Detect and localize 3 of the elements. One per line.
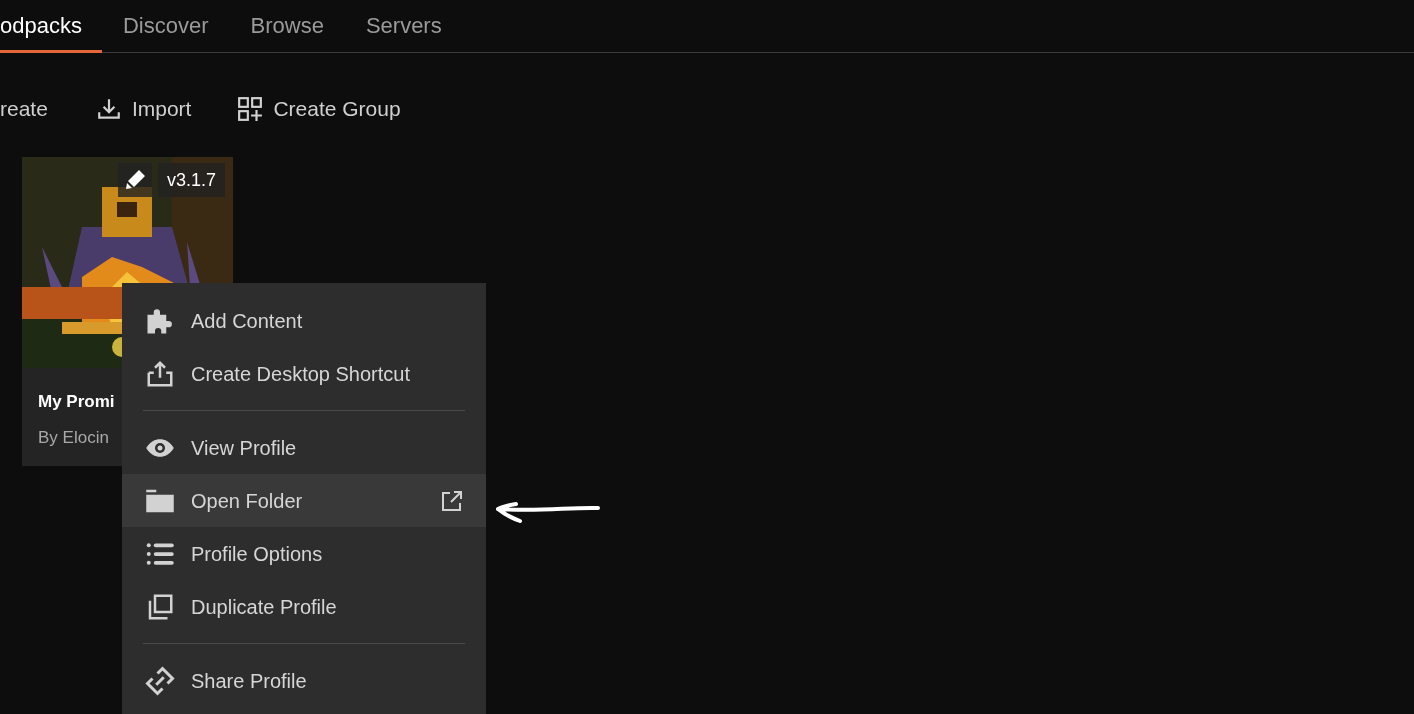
version-badge: v3.1.7 bbox=[158, 163, 226, 197]
card-title: My Promi bbox=[38, 391, 115, 413]
card-author: By Elocin bbox=[38, 427, 109, 449]
